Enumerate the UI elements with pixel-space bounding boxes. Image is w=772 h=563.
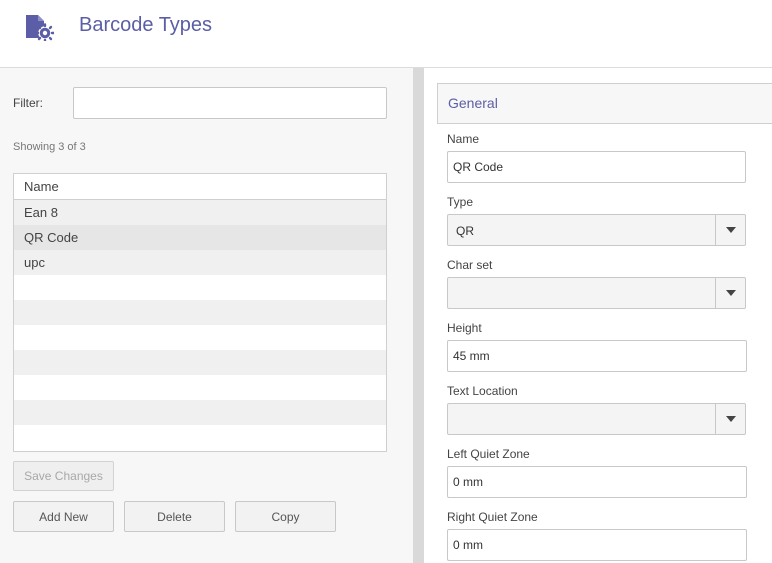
charset-select[interactable] [447,277,746,309]
column-header-name[interactable]: Name [14,174,386,200]
type-value: QR [456,224,474,238]
name-field[interactable] [447,151,746,183]
filter-input[interactable] [73,87,387,119]
caret-down-icon [725,290,736,296]
barcode-types-grid: Name Ean 8 QR Code upc [13,173,387,452]
panel-splitter[interactable] [413,68,424,563]
copy-button[interactable]: Copy [235,501,336,532]
left-quiet-zone-field[interactable] [447,466,747,498]
table-row-selected[interactable]: QR Code [14,225,386,250]
empty-row [14,400,386,425]
right-quiet-zone-field[interactable] [447,529,747,561]
charset-label: Char set [447,258,493,272]
add-new-button[interactable]: Add New [13,501,114,532]
table-row[interactable]: Ean 8 [14,200,386,225]
page-header: Barcode Types [0,0,772,68]
type-dropdown-button[interactable] [715,215,745,245]
empty-row [14,350,386,375]
empty-row [14,375,386,400]
table-row[interactable]: upc [14,250,386,275]
text-location-label: Text Location [447,384,518,398]
type-label: Type [447,195,474,209]
general-section-header[interactable]: General [437,83,772,124]
save-changes-button[interactable]: Save Changes [13,461,114,491]
name-label: Name [447,132,480,146]
empty-row [14,275,386,300]
delete-button[interactable]: Delete [124,501,225,532]
showing-count: Showing 3 of 3 [13,141,86,153]
left-quiet-zone-label: Left Quiet Zone [447,447,530,461]
filter-label: Filter: [13,96,43,110]
page-title: Barcode Types [79,14,213,36]
text-location-dropdown-button[interactable] [715,404,745,434]
section-title: General [448,95,498,111]
caret-down-icon [725,227,736,233]
height-label: Height [447,321,482,335]
barcode-settings-icon [26,15,54,41]
text-location-select[interactable] [447,403,746,435]
right-quiet-zone-label: Right Quiet Zone [447,510,538,524]
caret-down-icon [725,416,736,422]
height-field[interactable] [447,340,747,372]
empty-row [14,425,386,450]
charset-dropdown-button[interactable] [715,278,745,308]
type-select[interactable]: QR [447,214,746,246]
empty-row [14,300,386,325]
empty-row [14,325,386,350]
